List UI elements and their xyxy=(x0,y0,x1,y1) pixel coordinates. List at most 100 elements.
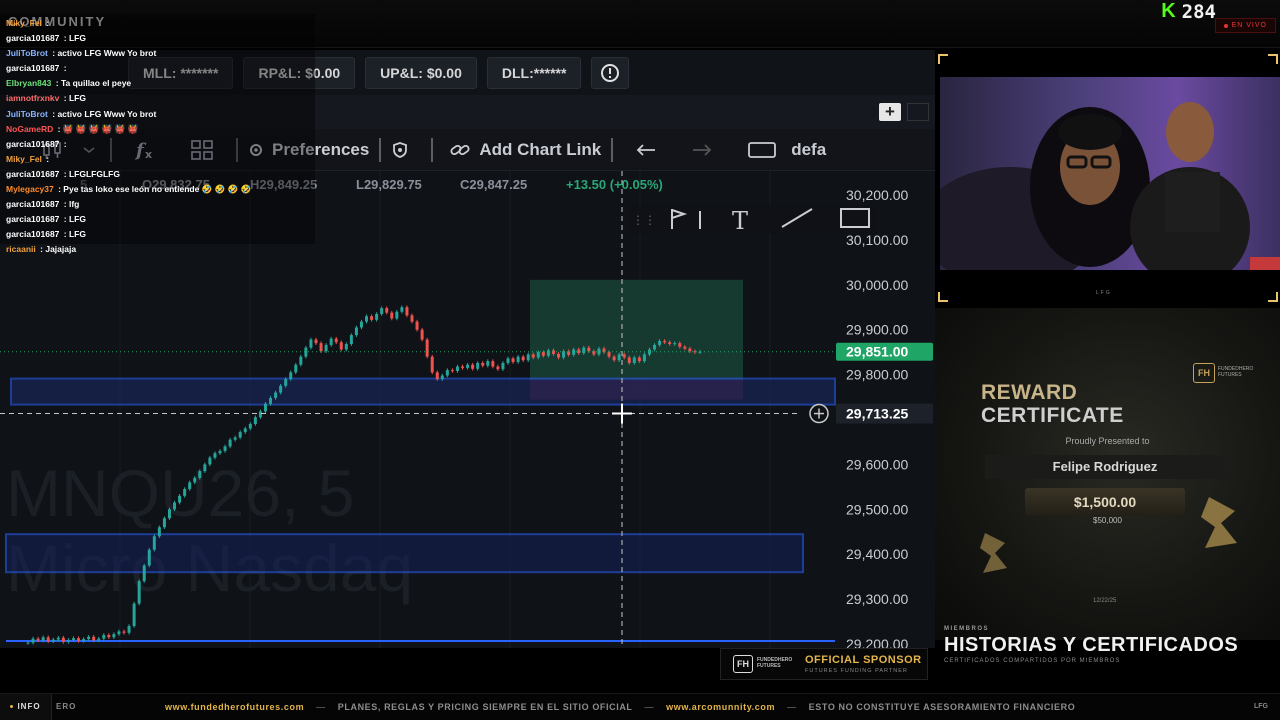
candle-body xyxy=(56,637,60,640)
live-label: EN VIVO xyxy=(1231,22,1267,29)
chat-message: JuliToBrot : activo LFG Www Yo brot xyxy=(6,107,309,122)
add-chart-link-button[interactable]: Add Chart Link xyxy=(449,140,601,160)
toolbar-divider xyxy=(611,137,614,162)
cert-presented-label: Proudly Presented to xyxy=(1065,436,1150,446)
candle-body xyxy=(678,343,682,347)
candle-body xyxy=(536,352,540,358)
chat-separator: : xyxy=(61,214,69,225)
candle-body xyxy=(324,344,328,352)
chat-message: NoGameRD : 👹 👹 👹 👹 👹 👹 xyxy=(6,122,309,137)
sponsor-logo-line2: FUTURES xyxy=(757,663,781,669)
candle-body xyxy=(162,518,166,528)
chat-text: Ta quillao el peye xyxy=(60,78,132,89)
chat-username: ricaanii xyxy=(6,244,36,255)
chat-message: ricaanii : Jajajaja xyxy=(6,242,309,257)
webcam-label: LFG xyxy=(1096,290,1112,296)
default-layout-label[interactable]: defa xyxy=(791,140,826,160)
candle-body xyxy=(243,428,247,433)
gold-ribbon-icon xyxy=(980,533,1007,573)
candle-body xyxy=(693,351,697,353)
frame-corner xyxy=(938,54,948,64)
candle-body xyxy=(183,489,187,496)
candle-body xyxy=(279,385,283,393)
candle-body xyxy=(486,361,490,366)
info-dot-icon xyxy=(10,705,14,709)
chat-message: garcia101687 : xyxy=(6,61,309,76)
undo-icon[interactable] xyxy=(635,142,657,158)
chat-text: LFG xyxy=(68,93,86,104)
cert-recipient-name: Felipe Rodriguez xyxy=(985,455,1225,479)
candle-body xyxy=(370,316,374,320)
candle-body xyxy=(284,379,288,386)
candle-body xyxy=(102,635,106,639)
candle-body xyxy=(516,356,520,363)
chat-username: garcia101687 xyxy=(6,138,60,149)
candle-body xyxy=(531,354,535,358)
candle-body xyxy=(577,349,581,354)
candle-body xyxy=(365,316,369,322)
alert-circle-icon[interactable] xyxy=(591,56,630,89)
candle-body xyxy=(622,354,626,358)
link-icon xyxy=(450,144,470,155)
chat-username: Mylegacy37 xyxy=(6,184,54,195)
candle-body xyxy=(420,329,424,340)
chat-username: JuliToBrot xyxy=(6,108,48,119)
candle-body xyxy=(471,364,475,369)
historias-kicker: MIEMBROS xyxy=(944,626,989,632)
candle-body xyxy=(466,364,470,368)
toolbar-divider xyxy=(379,137,382,162)
text-tool-icon: T xyxy=(732,207,748,235)
candle-body xyxy=(587,347,591,352)
candle-body xyxy=(410,315,414,322)
info-label: INFO xyxy=(17,702,41,711)
candle-body xyxy=(380,308,384,314)
toolbar-divider xyxy=(431,137,434,162)
chat-separator: : xyxy=(61,33,69,44)
cert-date: 12/22/25 xyxy=(1093,598,1117,604)
chat-username: Elbryan843 xyxy=(6,78,52,89)
redo-icon[interactable] xyxy=(691,142,713,158)
candle-body xyxy=(521,356,525,361)
candle-body xyxy=(612,356,616,361)
chat-username: iamnotfrxnkv xyxy=(6,93,60,104)
candle-body xyxy=(294,364,298,373)
layout-button[interactable] xyxy=(907,103,929,121)
drag-handle-icon: ⋮⋮ xyxy=(632,213,656,227)
chat-message: garcia101687 : LFG xyxy=(6,227,309,242)
candle-body xyxy=(627,357,631,363)
fullscreen-icon[interactable] xyxy=(747,140,777,160)
cert-title-line1: REWARD xyxy=(981,381,1078,404)
ticker-separator: — xyxy=(316,702,326,712)
y-axis-tick: 30,000.00 xyxy=(846,277,908,293)
take-profit-zone xyxy=(530,279,743,380)
candle-body xyxy=(77,638,81,641)
candle-body xyxy=(425,339,429,357)
chat-username: Miky_Fel xyxy=(6,18,42,28)
chat-message: garcia101687 : LFGLFGLFG xyxy=(6,167,309,182)
candle-body xyxy=(97,638,101,641)
candle-body xyxy=(506,358,510,363)
chat-separator: : xyxy=(53,78,61,89)
chat-username: garcia101687 xyxy=(6,33,60,44)
chat-separator: : xyxy=(61,229,69,240)
chat-username: garcia101687 xyxy=(6,168,60,179)
crosshair-price-label: 29,713.25 xyxy=(846,406,908,422)
candle-body xyxy=(41,637,45,641)
chat-username: garcia101687 xyxy=(6,199,60,210)
candle-body xyxy=(440,375,444,380)
candle-body xyxy=(127,626,131,633)
shield-button[interactable] xyxy=(391,141,409,159)
candle-body xyxy=(51,639,55,642)
candle-body xyxy=(632,357,636,363)
chat-text: activo LFG Www Yo brot xyxy=(57,48,157,59)
candle-body xyxy=(46,637,50,642)
add-tab-button[interactable]: + xyxy=(879,103,901,121)
candle-body xyxy=(445,370,449,376)
ticker-link[interactable]: www.arcomunnity.com xyxy=(666,702,775,712)
ticker-right-label: LFG xyxy=(1254,703,1268,710)
reward-certificate: FH FUNDEDHERO FUTURES REWARD CERTIFICATE… xyxy=(935,308,1280,640)
ticker-link[interactable]: www.fundedherofutures.com xyxy=(165,702,304,712)
chat-separator: : xyxy=(61,199,69,210)
chat-text: activo LFG Www Yo brot xyxy=(57,108,157,119)
y-axis-tick: 29,900.00 xyxy=(846,322,908,338)
